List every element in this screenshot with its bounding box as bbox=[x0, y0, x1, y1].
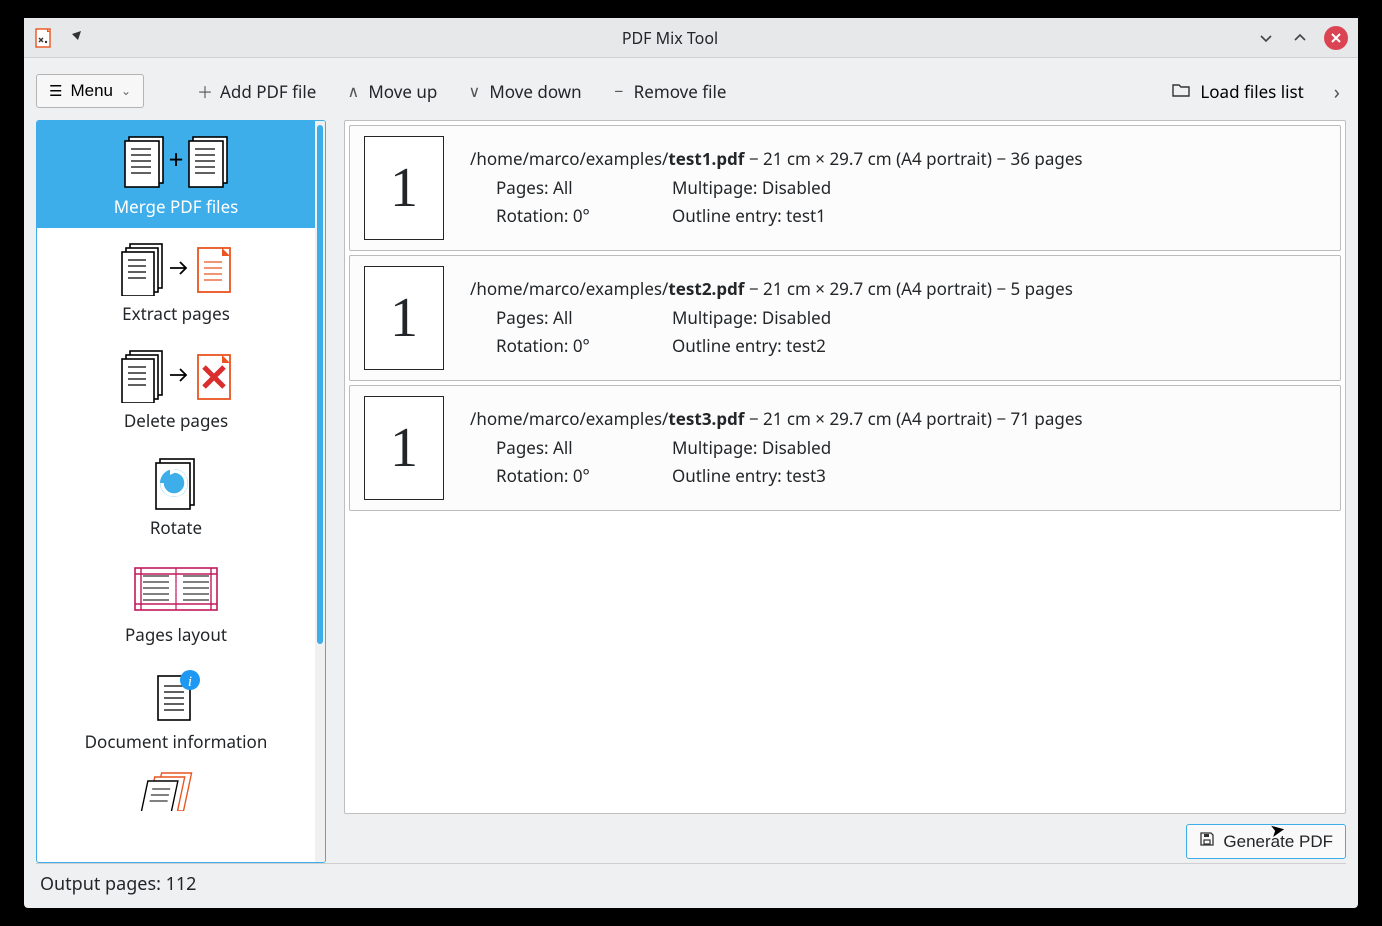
sidebar-extra-icon bbox=[136, 771, 216, 811]
toolbar-label: Move down bbox=[489, 80, 581, 103]
minus-icon: − bbox=[610, 80, 628, 102]
minimize-icon[interactable] bbox=[1256, 28, 1276, 48]
delete-icon bbox=[116, 343, 236, 407]
load-files-list-button[interactable]: Load files list bbox=[1172, 80, 1303, 103]
file-thumbnail: 1 bbox=[364, 136, 444, 240]
add-pdf-button[interactable]: ＋ Add PDF file bbox=[194, 75, 318, 107]
sidebar-item-delete[interactable]: Delete pages bbox=[37, 335, 315, 442]
file-info: /home/marco/examples/test1.pdf − 21 cm ×… bbox=[470, 146, 1326, 229]
menu-button[interactable]: ☰ Menu ⌄ bbox=[36, 74, 144, 108]
sidebar-item-merge[interactable]: + Merge PDF files bbox=[37, 121, 315, 228]
toolbar-label: Load files list bbox=[1200, 80, 1303, 103]
save-icon bbox=[1199, 831, 1215, 852]
generate-label: Generate PDF bbox=[1223, 832, 1333, 852]
chevron-down-icon: ∨ bbox=[465, 80, 483, 102]
sidebar-item-label: Extract pages bbox=[122, 302, 230, 325]
toolbar: ＋ Add PDF file ∧ Move up ∨ Move down − R… bbox=[164, 75, 1346, 107]
file-path-line: /home/marco/examples/test2.pdf − 21 cm ×… bbox=[470, 276, 1326, 302]
file-row[interactable]: 1 /home/marco/examples/test3.pdf − 21 cm… bbox=[349, 385, 1341, 511]
sidebar-item-label: Merge PDF files bbox=[114, 195, 239, 218]
file-row[interactable]: 1 /home/marco/examples/test1.pdf − 21 cm… bbox=[349, 125, 1341, 251]
svg-text:+: + bbox=[169, 141, 184, 177]
extract-icon bbox=[116, 236, 236, 300]
toolbar-label: Remove file bbox=[634, 80, 727, 103]
generate-pdf-button[interactable]: Generate PDF bbox=[1186, 824, 1346, 859]
toolbar-label: Add PDF file bbox=[220, 80, 316, 103]
file-info: /home/marco/examples/test3.pdf − 21 cm ×… bbox=[470, 406, 1326, 489]
sidebar-item-label: Pages layout bbox=[125, 623, 227, 646]
pages-layout-icon bbox=[131, 557, 221, 621]
sidebar-item-rotate[interactable]: Rotate bbox=[37, 442, 315, 549]
file-path-line: /home/marco/examples/test1.pdf − 21 cm ×… bbox=[470, 146, 1326, 172]
hamburger-icon: ☰ bbox=[49, 82, 62, 100]
file-list: 1 /home/marco/examples/test1.pdf − 21 cm… bbox=[344, 120, 1346, 814]
chevron-down-icon: ⌄ bbox=[121, 84, 131, 98]
sidebar-item-docinfo[interactable]: i Document information bbox=[37, 656, 315, 763]
file-thumbnail: 1 bbox=[364, 396, 444, 500]
sidebar-item-label: Document information bbox=[85, 730, 268, 753]
toolbar-overflow-icon[interactable]: › bbox=[1328, 78, 1346, 105]
menu-button-label: Menu bbox=[70, 81, 113, 101]
status-text: Output pages: 112 bbox=[40, 872, 196, 896]
svg-text:i: i bbox=[188, 674, 192, 690]
sidebar-scrollbar[interactable] bbox=[315, 121, 325, 862]
titlebar: PDF Mix Tool bbox=[24, 18, 1358, 58]
chevron-up-icon: ∧ bbox=[344, 80, 362, 102]
close-icon[interactable] bbox=[1324, 26, 1348, 50]
toolbar-label: Move up bbox=[368, 80, 437, 103]
status-bar: Output pages: 112 bbox=[36, 863, 1346, 902]
app-window: PDF Mix Tool ☰ Menu ⌄ ＋ Add PDF file ∧ bbox=[24, 18, 1358, 908]
sidebar: + Merge PDF files bbox=[36, 120, 326, 863]
document-info-icon: i bbox=[148, 664, 204, 728]
plus-icon: ＋ bbox=[196, 79, 214, 103]
sidebar-item-extract[interactable]: Extract pages bbox=[37, 228, 315, 335]
sidebar-item-label: Delete pages bbox=[124, 409, 228, 432]
pin-icon[interactable] bbox=[68, 27, 84, 49]
sidebar-item-label: Rotate bbox=[150, 516, 202, 539]
sidebar-item-layout[interactable]: Pages layout bbox=[37, 549, 315, 656]
move-down-button[interactable]: ∨ Move down bbox=[463, 76, 583, 107]
folder-icon bbox=[1172, 80, 1190, 103]
maximize-icon[interactable] bbox=[1290, 28, 1310, 48]
window-title: PDF Mix Tool bbox=[84, 27, 1256, 49]
file-thumbnail: 1 bbox=[364, 266, 444, 370]
sidebar-item-partial[interactable] bbox=[37, 763, 315, 813]
file-row[interactable]: 1 /home/marco/examples/test2.pdf − 21 cm… bbox=[349, 255, 1341, 381]
file-path-line: /home/marco/examples/test3.pdf − 21 cm ×… bbox=[470, 406, 1326, 432]
rotate-icon bbox=[146, 450, 206, 514]
move-up-button[interactable]: ∧ Move up bbox=[342, 76, 439, 107]
remove-file-button[interactable]: − Remove file bbox=[608, 76, 729, 107]
merge-icon: + bbox=[121, 129, 231, 193]
file-info: /home/marco/examples/test2.pdf − 21 cm ×… bbox=[470, 276, 1326, 359]
app-icon bbox=[34, 28, 54, 48]
